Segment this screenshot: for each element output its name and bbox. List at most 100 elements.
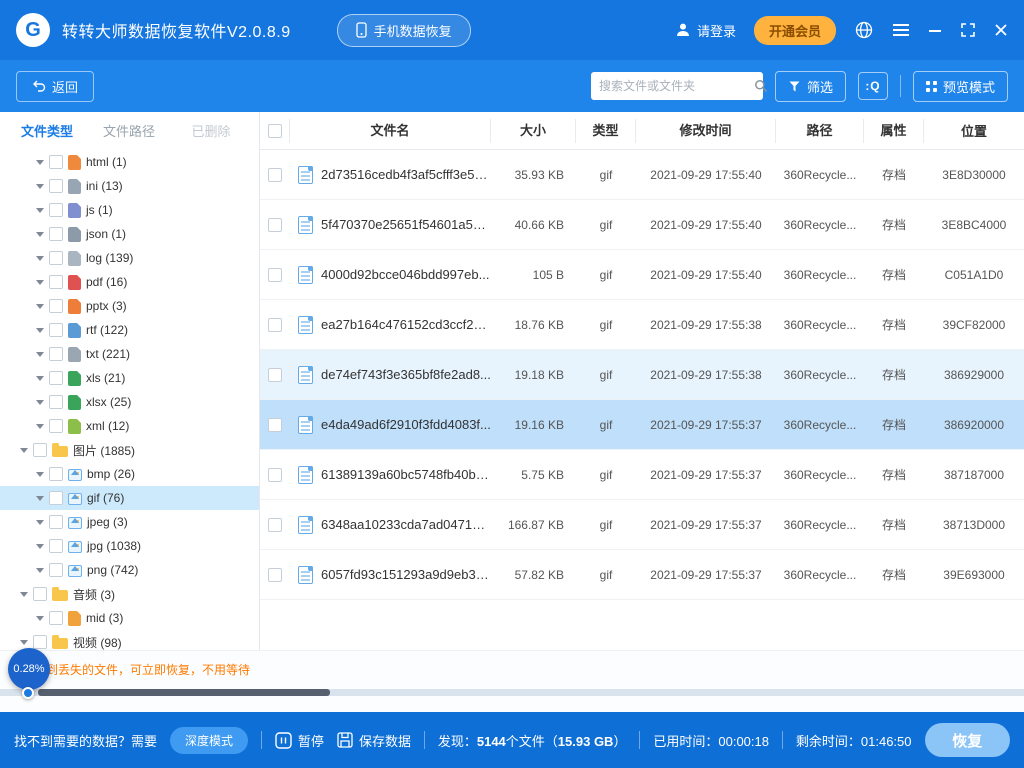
- tree-checkbox[interactable]: [49, 419, 63, 433]
- tree-checkbox[interactable]: [49, 299, 63, 313]
- tree-item-json[interactable]: json (1): [0, 222, 259, 246]
- scan-progress-handle[interactable]: [22, 687, 34, 699]
- tree-item-pptx[interactable]: pptx (3): [0, 294, 259, 318]
- table-row[interactable]: de74ef743f3e365bf8fe2ad8...19.18 KBgif20…: [260, 350, 1024, 400]
- tree-item-pictures-folder[interactable]: 图片 (1885): [0, 438, 259, 462]
- tree-checkbox[interactable]: [49, 227, 63, 241]
- row-checkbox[interactable]: [268, 368, 282, 382]
- tree-item-jpeg[interactable]: jpeg (3): [0, 510, 259, 534]
- column-filename[interactable]: 文件名: [290, 119, 491, 143]
- expand-arrow-icon[interactable]: [36, 400, 44, 405]
- table-row[interactable]: 61389139a60bc5748fb40b8...5.75 KBgif2021…: [260, 450, 1024, 500]
- tab-file-type[interactable]: 文件类型: [6, 121, 88, 140]
- row-checkbox[interactable]: [268, 568, 282, 582]
- row-checkbox[interactable]: [268, 168, 282, 182]
- row-checkbox[interactable]: [268, 518, 282, 532]
- tree-item-log[interactable]: log (139): [0, 246, 259, 270]
- search-input[interactable]: [599, 79, 754, 93]
- pause-button[interactable]: 暂停: [275, 731, 324, 750]
- row-checkbox[interactable]: [268, 468, 282, 482]
- tree-item-txt[interactable]: txt (221): [0, 342, 259, 366]
- expand-arrow-icon[interactable]: [36, 160, 44, 165]
- filter-button[interactable]: 筛选: [775, 71, 846, 102]
- tree-checkbox[interactable]: [49, 611, 63, 625]
- expand-arrow-icon[interactable]: [20, 640, 28, 645]
- open-vip-button[interactable]: 开通会员: [754, 16, 836, 45]
- tree-checkbox[interactable]: [49, 179, 63, 193]
- expand-arrow-icon[interactable]: [36, 184, 44, 189]
- expand-arrow-icon[interactable]: [36, 472, 44, 477]
- tree-item-html[interactable]: html (1): [0, 150, 259, 174]
- save-data-button[interactable]: 保存数据: [337, 731, 411, 750]
- tree-checkbox[interactable]: [49, 251, 63, 265]
- expand-arrow-icon[interactable]: [36, 352, 44, 357]
- column-path[interactable]: 路径: [776, 119, 864, 143]
- tree-item-png[interactable]: png (742): [0, 558, 259, 582]
- tree-checkbox[interactable]: [49, 539, 63, 553]
- expand-arrow-icon[interactable]: [36, 616, 44, 621]
- tree-item-xml[interactable]: xml (12): [0, 414, 259, 438]
- column-modified[interactable]: 修改时间: [636, 119, 776, 143]
- table-row[interactable]: 6057fd93c151293a9d9eb32...57.82 KBgif202…: [260, 550, 1024, 600]
- expand-arrow-icon[interactable]: [36, 208, 44, 213]
- expand-arrow-icon[interactable]: [36, 424, 44, 429]
- table-row[interactable]: e4da49ad6f2910f3fdd4083f...19.16 KBgif20…: [260, 400, 1024, 450]
- row-checkbox[interactable]: [268, 318, 282, 332]
- select-all-checkbox[interactable]: [268, 124, 282, 138]
- expand-arrow-icon[interactable]: [20, 592, 28, 597]
- globe-icon[interactable]: [854, 20, 874, 40]
- tree-item-gif[interactable]: gif (76): [0, 486, 259, 510]
- login-button[interactable]: 请登录: [675, 21, 736, 40]
- tree-item-js[interactable]: js (1): [0, 198, 259, 222]
- table-row[interactable]: 5f470370e25651f54601a5a6...40.66 KBgif20…: [260, 200, 1024, 250]
- expand-arrow-icon[interactable]: [36, 280, 44, 285]
- tree-item-bmp[interactable]: bmp (26): [0, 462, 259, 486]
- column-type[interactable]: 类型: [576, 119, 636, 143]
- tree-checkbox[interactable]: [49, 347, 63, 361]
- column-location[interactable]: 位置: [924, 121, 1024, 140]
- tab-deleted[interactable]: 已删除: [170, 121, 252, 140]
- tree-item-pdf[interactable]: pdf (16): [0, 270, 259, 294]
- search-icon[interactable]: [754, 79, 768, 93]
- expand-arrow-icon[interactable]: [36, 496, 44, 501]
- tree-item-mid[interactable]: mid (3): [0, 606, 259, 630]
- tree-checkbox[interactable]: [33, 635, 47, 649]
- expand-arrow-icon[interactable]: [36, 328, 44, 333]
- tree-checkbox[interactable]: [49, 467, 63, 481]
- expand-arrow-icon[interactable]: [36, 544, 44, 549]
- menu-icon[interactable]: [892, 23, 910, 37]
- tree-checkbox[interactable]: [49, 563, 63, 577]
- back-button[interactable]: 返回: [16, 71, 94, 102]
- row-checkbox[interactable]: [268, 268, 282, 282]
- expand-arrow-icon[interactable]: [36, 520, 44, 525]
- maximize-button[interactable]: [960, 22, 976, 38]
- expand-arrow-icon[interactable]: [36, 568, 44, 573]
- tree-checkbox[interactable]: [49, 491, 63, 505]
- table-row[interactable]: 4000d92bcce046bdd997eb...105 Bgif2021-09…: [260, 250, 1024, 300]
- table-row[interactable]: ea27b164c476152cd3ccf20...18.76 KBgif202…: [260, 300, 1024, 350]
- tree-item-audio-folder[interactable]: 音频 (3): [0, 582, 259, 606]
- tab-file-path[interactable]: 文件路径: [88, 121, 170, 140]
- tree-checkbox[interactable]: [49, 203, 63, 217]
- tree-checkbox[interactable]: [49, 395, 63, 409]
- phone-recovery-button[interactable]: 手机数据恢复: [337, 14, 471, 47]
- expand-arrow-icon[interactable]: [36, 256, 44, 261]
- preview-mode-button[interactable]: 预览模式: [913, 71, 1008, 102]
- tree-item-rtf[interactable]: rtf (122): [0, 318, 259, 342]
- tree-item-ini[interactable]: ini (13): [0, 174, 259, 198]
- recover-button[interactable]: 恢复: [925, 723, 1011, 757]
- tree-item-xlsx[interactable]: xlsx (25): [0, 390, 259, 414]
- close-button[interactable]: [994, 23, 1008, 37]
- table-row[interactable]: 2d73516cedb4f3af5cfff3e5a...35.93 KBgif2…: [260, 150, 1024, 200]
- tree-item-xls[interactable]: xls (21): [0, 366, 259, 390]
- tree-checkbox[interactable]: [49, 371, 63, 385]
- tree-item-jpg[interactable]: jpg (1038): [0, 534, 259, 558]
- table-row[interactable]: 6348aa10233cda7ad047146...166.87 KBgif20…: [260, 500, 1024, 550]
- expand-arrow-icon[interactable]: [36, 232, 44, 237]
- tree-checkbox[interactable]: [49, 155, 63, 169]
- expand-arrow-icon[interactable]: [20, 448, 28, 453]
- expand-arrow-icon[interactable]: [36, 304, 44, 309]
- advanced-search-button[interactable]: :Q: [858, 72, 888, 100]
- row-checkbox[interactable]: [268, 418, 282, 432]
- tree-checkbox[interactable]: [33, 587, 47, 601]
